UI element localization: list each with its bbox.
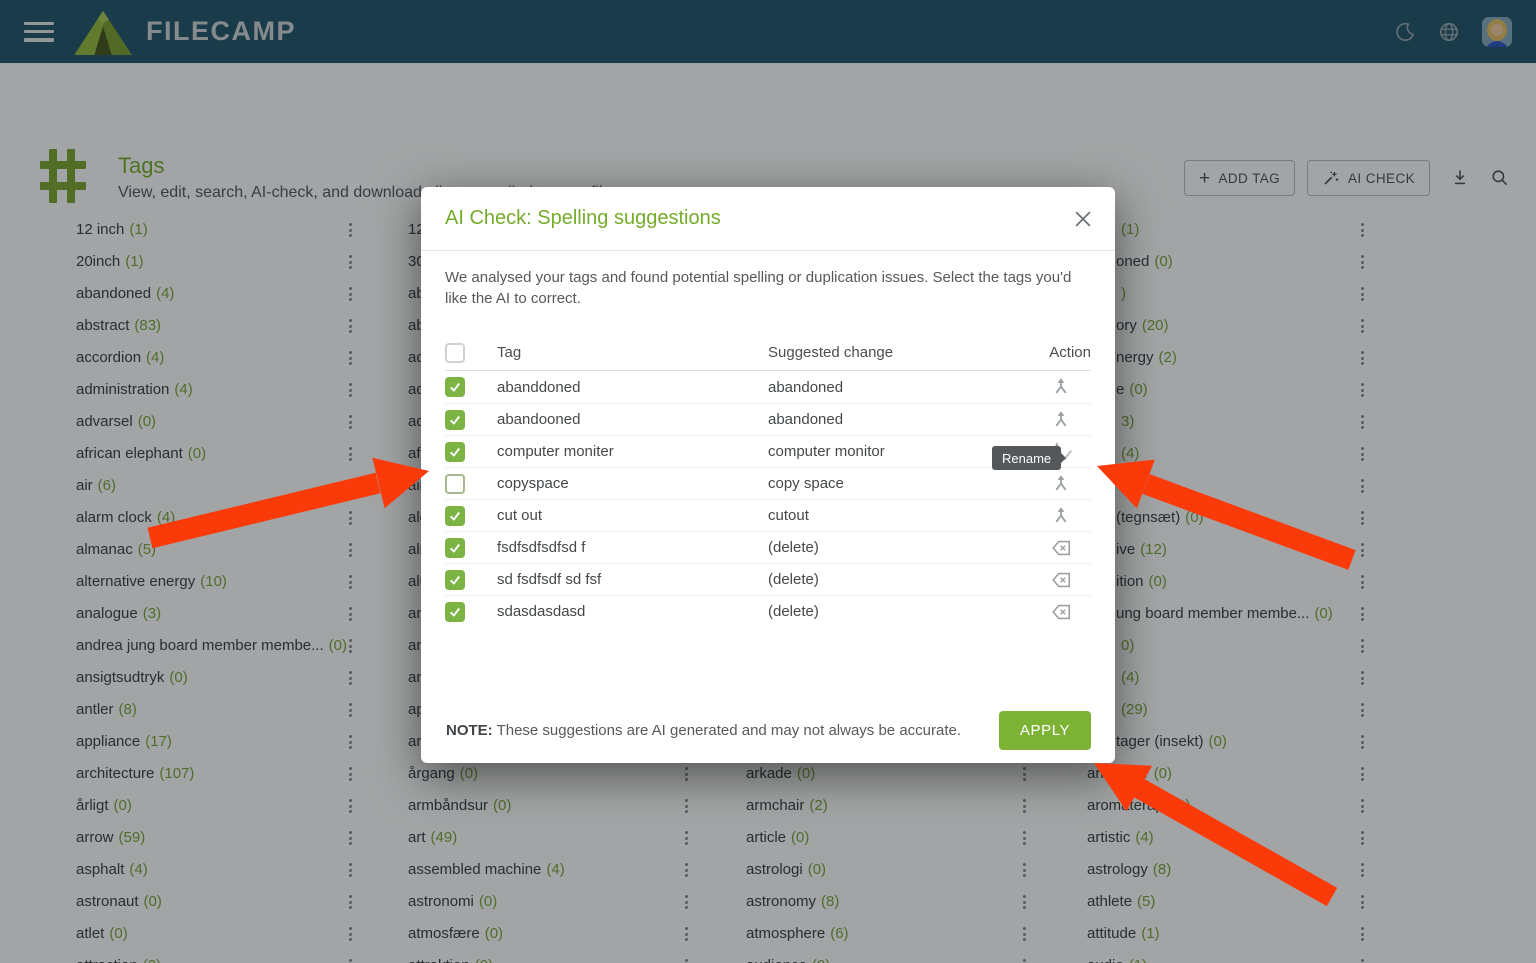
column-header-action: Action <box>1031 344 1091 361</box>
delete-action-button[interactable] <box>1031 537 1091 559</box>
suggestion-change: (delete) <box>768 539 1031 556</box>
check-icon <box>448 380 462 394</box>
merge-icon <box>1049 505 1073 527</box>
suggestion-change: abandoned <box>768 411 1031 428</box>
row-checkbox[interactable] <box>445 410 465 430</box>
merge-action-button[interactable] <box>1031 376 1091 398</box>
merge-icon <box>1049 473 1073 495</box>
check-icon <box>448 605 462 619</box>
suggestion-change: cutout <box>768 507 1031 524</box>
merge-icon <box>1049 376 1073 398</box>
modal-note: NOTE: These suggestions are AI generated… <box>446 722 961 739</box>
check-icon <box>448 445 462 459</box>
delete-action-button[interactable] <box>1031 569 1091 591</box>
delete-backspace-icon <box>1049 537 1073 559</box>
row-checkbox[interactable] <box>445 506 465 526</box>
select-all-checkbox[interactable] <box>445 343 465 363</box>
row-checkbox[interactable] <box>445 602 465 622</box>
suggestion-tag: computer moniter <box>497 443 768 460</box>
suggestion-row: sdasdasdasd(delete) <box>445 595 1091 627</box>
suggestion-row: copyspacecopy space <box>445 467 1091 499</box>
suggestion-row: fsdfsdfsdfsd f(delete) <box>445 531 1091 563</box>
suggestion-tag: fsdfsdfsdfsd f <box>497 539 768 556</box>
merge-icon <box>1049 409 1073 431</box>
suggestion-row: abanddonedabandoned <box>445 371 1091 403</box>
suggestions-table: Tag Suggested change Action abanddonedab… <box>445 335 1091 627</box>
merge-action-button[interactable] <box>1031 473 1091 495</box>
suggestion-tag: abandooned <box>497 411 768 428</box>
suggestion-row: sd fsdfsdf sd fsf(delete) <box>445 563 1091 595</box>
suggestion-tag: sd fsdfsdf sd fsf <box>497 571 768 588</box>
row-checkbox[interactable] <box>445 442 465 462</box>
check-icon <box>448 541 462 555</box>
rename-tooltip: Rename <box>992 446 1061 470</box>
delete-backspace-icon <box>1049 569 1073 591</box>
column-header-suggested-change: Suggested change <box>768 344 1031 361</box>
row-checkbox[interactable] <box>445 474 465 494</box>
delete-action-button[interactable] <box>1031 601 1091 623</box>
row-checkbox[interactable] <box>445 377 465 397</box>
suggestion-change: abandoned <box>768 379 1031 396</box>
delete-backspace-icon <box>1049 601 1073 623</box>
suggestion-row: cut outcutout <box>445 499 1091 531</box>
suggestion-tag: copyspace <box>497 475 768 492</box>
merge-action-button[interactable] <box>1031 409 1091 431</box>
column-header-tag: Tag <box>497 344 768 361</box>
check-icon <box>448 413 462 427</box>
modal-description: We analysed your tags and found potentia… <box>445 267 1090 309</box>
suggestion-tag: sdasdasdasd <box>497 603 768 620</box>
row-checkbox[interactable] <box>445 538 465 558</box>
suggestion-tag: abanddoned <box>497 379 768 396</box>
row-checkbox[interactable] <box>445 570 465 590</box>
apply-button[interactable]: APPLY <box>999 711 1091 750</box>
suggestion-change: (delete) <box>768 603 1031 620</box>
suggestion-tag: cut out <box>497 507 768 524</box>
suggestion-change: (delete) <box>768 571 1031 588</box>
check-icon <box>448 509 462 523</box>
ai-check-modal: AI Check: Spelling suggestions We analys… <box>421 187 1115 763</box>
suggestion-change: copy space <box>768 475 1031 492</box>
check-icon <box>448 573 462 587</box>
modal-title: AI Check: Spelling suggestions <box>445 207 721 230</box>
merge-action-button[interactable] <box>1031 505 1091 527</box>
close-icon[interactable] <box>1075 211 1091 227</box>
suggestion-row: abandoonedabandoned <box>445 403 1091 435</box>
